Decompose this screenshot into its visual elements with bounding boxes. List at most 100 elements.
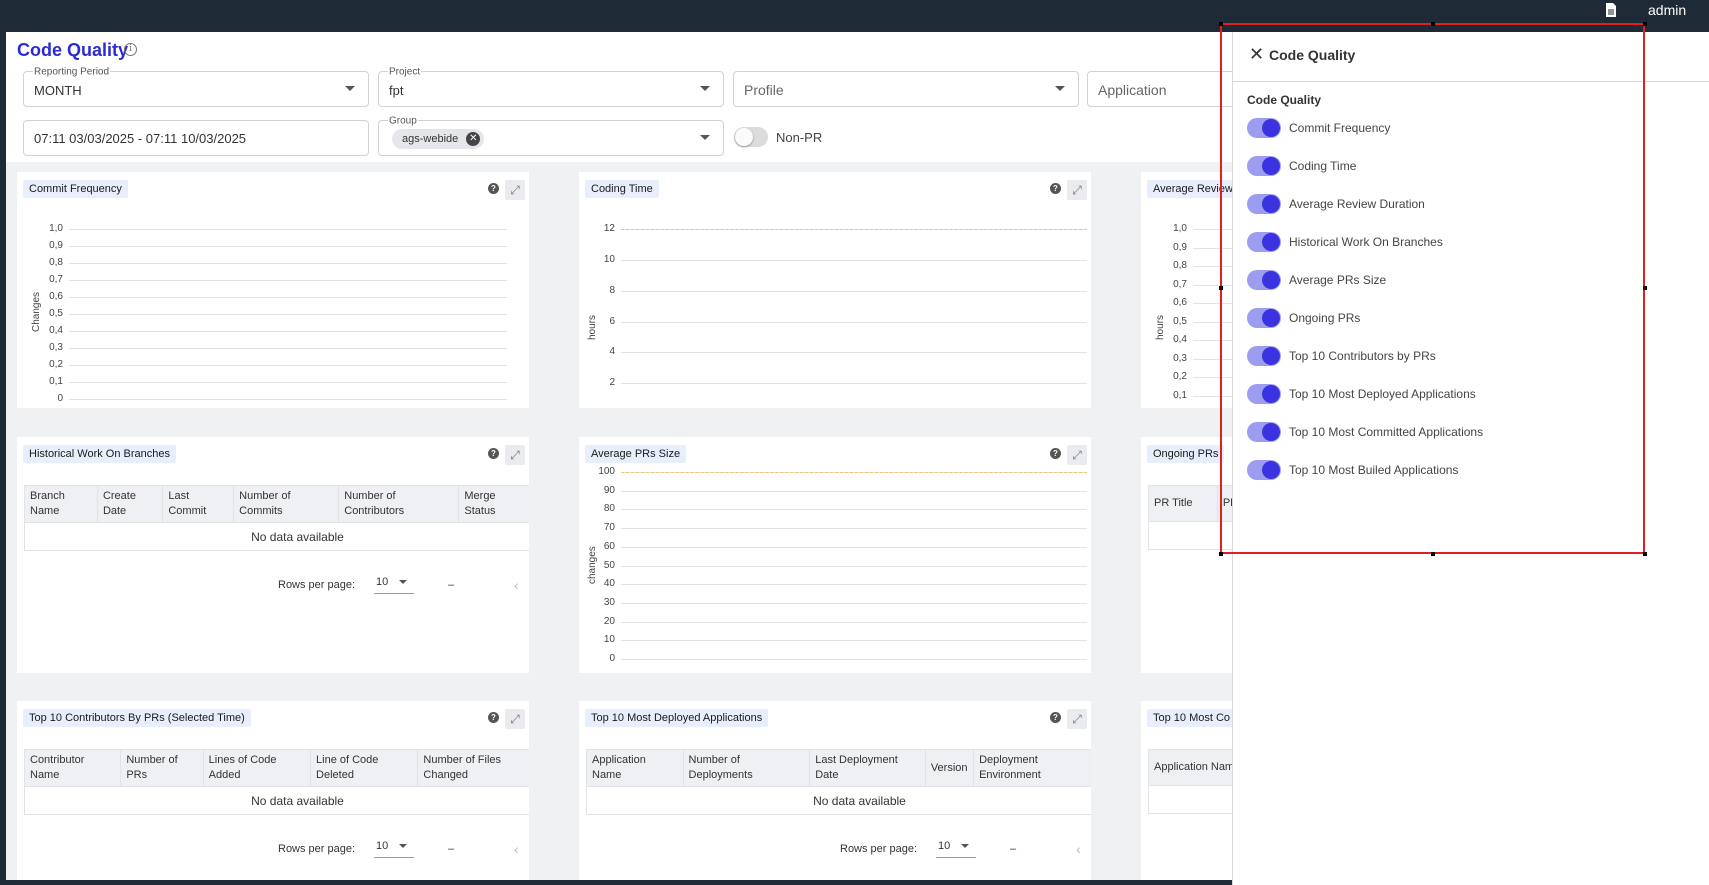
page-range: – — [1010, 843, 1017, 855]
chevron-down-icon — [961, 844, 969, 848]
document-icon[interactable] — [1604, 2, 1618, 18]
gridline — [621, 352, 1087, 354]
divider — [1233, 81, 1709, 82]
column-header[interactable]: Application Name — [1148, 749, 1239, 786]
prev-page-button[interactable]: ‹ — [514, 577, 519, 593]
column-header[interactable]: Number of Contributors — [338, 485, 460, 523]
resize-handle[interactable] — [1643, 552, 1647, 556]
toggle-knob — [1262, 309, 1280, 327]
column-header[interactable]: Create Date — [96, 485, 164, 523]
reference-line — [621, 229, 1087, 230]
user-menu[interactable]: admin — [1648, 2, 1686, 18]
column-header[interactable]: Application Name — [586, 749, 684, 787]
rows-per-page-select[interactable]: 10 — [374, 838, 414, 858]
column-header[interactable]: PR Title — [1148, 485, 1218, 522]
resize-handle[interactable] — [1219, 552, 1223, 556]
card-title: Coding Time — [585, 180, 659, 198]
help-icon[interactable]: ? — [1050, 712, 1061, 723]
contributors-table: Contributor Name Number of PRs Lines of Co… — [23, 749, 529, 815]
resize-handle[interactable] — [1643, 22, 1647, 26]
close-icon[interactable]: ✕ — [1249, 45, 1264, 63]
non-pr-label: Non-PR — [776, 130, 823, 145]
resize-handle[interactable] — [1431, 552, 1435, 556]
rows-per-page-select[interactable]: 10 — [936, 838, 976, 858]
widget-toggle[interactable] — [1247, 384, 1281, 404]
column-header[interactable]: Number of Files Changed — [417, 749, 529, 787]
widget-toggle[interactable] — [1247, 346, 1281, 366]
column-header[interactable]: Line of Code Deleted — [310, 749, 419, 787]
column-header[interactable]: Last Commit — [162, 485, 235, 523]
date-range-input[interactable]: 07:11 03/03/2025 - 07:11 10/03/2025 — [23, 120, 369, 156]
y-tick-label: 0,6 — [1173, 297, 1187, 308]
column-header[interactable]: Number of PRs — [120, 749, 204, 787]
historical-table: Branch Name Create Date Last Commit Number … — [24, 485, 529, 551]
group-select[interactable]: Group ags-webide ✕ — [378, 115, 724, 156]
expand-icon[interactable]: ⤢ — [1067, 180, 1087, 200]
close-icon[interactable]: ✕ — [466, 132, 481, 146]
widget-toggle[interactable] — [1247, 460, 1281, 480]
expand-icon[interactable]: ⤢ — [505, 445, 525, 465]
column-header[interactable]: Branch Name — [24, 485, 98, 523]
widget-toggle[interactable] — [1247, 270, 1281, 290]
reference-line — [621, 472, 1087, 473]
toggle-knob — [1262, 423, 1280, 441]
widget-toggle[interactable] — [1247, 232, 1281, 252]
help-icon[interactable]: ? — [488, 448, 499, 459]
y-tick-label: 20 — [603, 615, 615, 627]
ongoing-prs-card: Ongoing PRs PR TitlePR A — [1141, 437, 1239, 673]
widget-toggle[interactable] — [1247, 422, 1281, 442]
help-icon[interactable]: ? — [488, 712, 499, 723]
prev-page-button[interactable]: ‹ — [514, 841, 519, 857]
rows-per-page-value: 10 — [938, 840, 951, 852]
gridline — [621, 528, 1087, 530]
y-tick-label: 0 — [609, 653, 615, 664]
column-header[interactable]: Version — [924, 749, 975, 787]
chevron-down-icon — [399, 844, 407, 848]
reporting-period-select[interactable]: Reporting Period MONTH — [23, 66, 369, 107]
card-title: Commit Frequency — [23, 180, 128, 198]
chevron-down-icon — [1055, 86, 1065, 91]
toggle-knob — [1262, 271, 1280, 289]
widget-toggle-label: Top 10 Most Committed Applications — [1289, 425, 1484, 439]
column-header[interactable]: Merge Status — [458, 485, 529, 523]
resize-handle[interactable] — [1219, 286, 1223, 290]
column-header[interactable]: Lines of Code Added — [202, 749, 312, 787]
widget-toggle[interactable] — [1247, 194, 1281, 214]
resize-handle[interactable] — [1219, 22, 1223, 26]
average-prs-size-card: Average PRs Size 100 90 80 70 60 50 40 30 20 10 0 c… — [579, 437, 1091, 673]
column-header[interactable]: Last Deployment Date — [809, 749, 926, 787]
expand-icon[interactable]: ⤢ — [1067, 709, 1087, 729]
widget-toggle[interactable] — [1247, 308, 1281, 328]
expand-icon[interactable]: ⤢ — [1067, 445, 1087, 465]
group-chip[interactable]: ags-webide ✕ — [392, 129, 485, 149]
widget-settings-drawer: ✕ Code Quality Code Quality Commit Frequ… — [1232, 32, 1709, 885]
widget-toggle[interactable] — [1247, 118, 1281, 138]
help-icon[interactable]: ? — [1050, 448, 1061, 459]
y-tick-label: 100 — [598, 466, 615, 477]
help-icon[interactable]: ? — [488, 183, 499, 194]
widget-toggle[interactable] — [1247, 156, 1281, 176]
y-tick-label: 4 — [609, 346, 615, 358]
y-tick-label: 70 — [603, 522, 615, 534]
column-header[interactable]: Deployment Environment — [973, 749, 1091, 787]
gridline — [621, 546, 1087, 548]
drawer-title: Code Quality — [1269, 47, 1356, 63]
prev-page-button[interactable]: ‹ — [1076, 841, 1081, 857]
non-pr-toggle[interactable] — [734, 127, 768, 147]
profile-select[interactable]: Profile — [733, 71, 1079, 107]
column-header[interactable]: Number of Commits — [233, 485, 340, 523]
project-select[interactable]: Project fpt — [378, 66, 724, 107]
expand-icon[interactable]: ⤢ — [505, 180, 525, 200]
info-icon[interactable]: i — [124, 43, 137, 56]
column-header[interactable]: Contributor Name — [23, 749, 122, 787]
gridline — [69, 263, 507, 264]
gridline — [621, 659, 1087, 660]
widget-toggle-label: Top 10 Most Builed Applications — [1289, 463, 1459, 477]
resize-handle[interactable] — [1643, 286, 1647, 290]
expand-icon[interactable]: ⤢ — [505, 709, 525, 729]
gridline — [69, 280, 507, 281]
column-header[interactable]: Number of Deployments — [682, 749, 811, 787]
help-icon[interactable]: ? — [1050, 183, 1061, 194]
rows-per-page-select[interactable]: 10 — [374, 574, 414, 594]
resize-handle[interactable] — [1431, 22, 1435, 26]
